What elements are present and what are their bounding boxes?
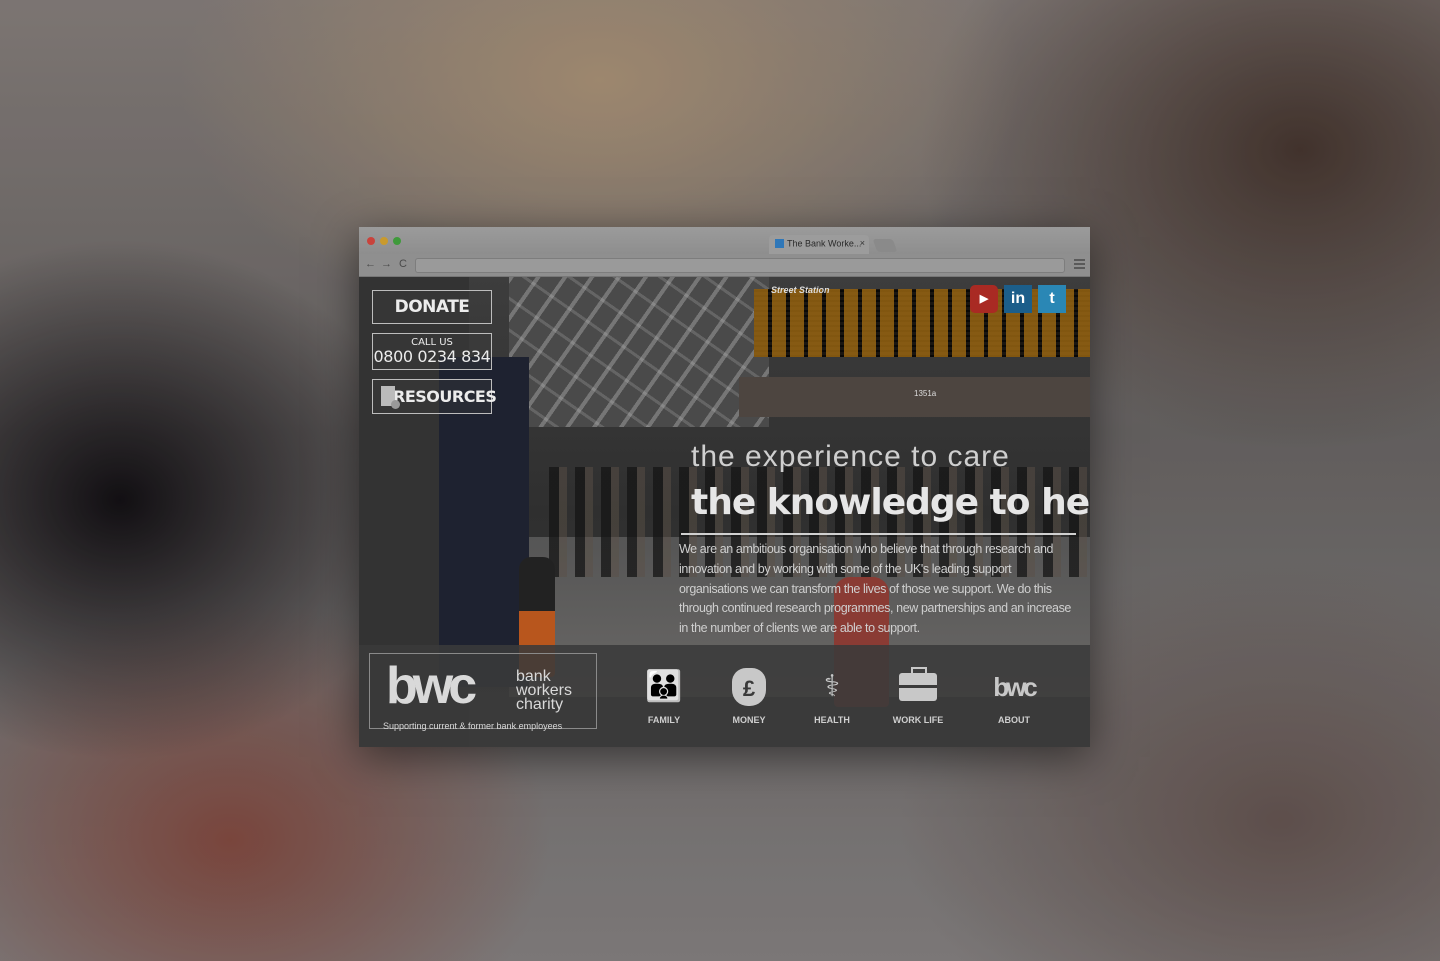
close-window-icon[interactable] bbox=[367, 237, 375, 245]
phone-number: 0800 0234 834 bbox=[373, 347, 491, 366]
browser-toolbar: ← → C bbox=[359, 254, 1090, 277]
intro-paragraph: We are an ambitious organisation who bel… bbox=[679, 542, 1071, 636]
call-us-label: CALL US bbox=[411, 337, 453, 348]
footer-nav-bar: bwc bank workers charity Supporting curr… bbox=[359, 645, 1090, 747]
resources-label: RESOURCES bbox=[393, 387, 497, 406]
photo-roof bbox=[509, 277, 769, 427]
money-bag-icon: £ bbox=[709, 665, 789, 709]
nav-label: WORK LIFE bbox=[892, 715, 944, 725]
board-label: 1351a bbox=[914, 389, 937, 398]
linkedin-icon[interactable]: in bbox=[1004, 285, 1032, 313]
reload-icon[interactable]: C bbox=[399, 258, 407, 270]
stethoscope-icon: ⚕ bbox=[823, 670, 841, 703]
page-viewport: Street Station 1351a DONATE CALL US 0800… bbox=[359, 277, 1090, 747]
headline-help: the knowledge to help bbox=[691, 482, 1090, 523]
address-bar[interactable] bbox=[415, 258, 1065, 273]
nav-label: HEALTH bbox=[814, 715, 850, 725]
nav-work-life[interactable]: WORK LIFE bbox=[878, 665, 958, 725]
menu-icon[interactable] bbox=[1074, 259, 1085, 269]
nav-label: MONEY bbox=[732, 715, 766, 725]
nav-label: ABOUT bbox=[998, 715, 1030, 725]
briefcase-icon bbox=[878, 665, 958, 709]
youtube-icon[interactable]: ▶ bbox=[970, 285, 998, 313]
family-icon: 👪 bbox=[645, 670, 683, 703]
nav-family[interactable]: 👪 FAMILY bbox=[624, 665, 704, 725]
browser-titlebar: The Bank Worke... × bbox=[359, 227, 1090, 254]
document-icon bbox=[381, 386, 400, 409]
tagline: Supporting current & former bank employe… bbox=[383, 721, 563, 731]
headline-care: the experience to care bbox=[691, 440, 1010, 473]
bwc-logo-icon: bwc bbox=[993, 672, 1038, 702]
station-sign: Street Station bbox=[771, 285, 830, 295]
tab-close-icon[interactable]: × bbox=[860, 238, 865, 248]
new-tab-button[interactable] bbox=[872, 239, 898, 252]
favicon-icon bbox=[775, 239, 784, 249]
bwc-logo[interactable]: bwc bank workers charity bbox=[369, 653, 597, 729]
nav-about[interactable]: bwc ABOUT bbox=[974, 665, 1054, 725]
tab-title: The Bank Worke... bbox=[787, 238, 862, 249]
browser-tab[interactable]: The Bank Worke... × bbox=[769, 235, 869, 254]
maximize-window-icon[interactable] bbox=[393, 237, 401, 245]
twitter-icon[interactable]: t bbox=[1038, 285, 1066, 313]
logo-mark: bwc bbox=[386, 657, 477, 715]
nav-money[interactable]: £ MONEY bbox=[709, 665, 789, 725]
logo-wordmark: bank workers charity bbox=[516, 669, 572, 713]
headline-divider bbox=[681, 533, 1076, 535]
nav-health[interactable]: ⚕ HEALTH bbox=[792, 665, 872, 725]
browser-window: The Bank Worke... × ← → C Street Station… bbox=[359, 227, 1090, 747]
minimize-window-icon[interactable] bbox=[380, 237, 388, 245]
logo-line: charity bbox=[516, 696, 564, 713]
nav-label: FAMILY bbox=[647, 715, 681, 725]
forward-icon[interactable]: → bbox=[381, 258, 392, 270]
resources-button[interactable]: RESOURCES bbox=[372, 379, 497, 414]
back-icon[interactable]: ← bbox=[365, 258, 376, 270]
call-us-button[interactable]: CALL US 0800 0234 834 bbox=[372, 333, 492, 370]
donate-button[interactable]: DONATE bbox=[372, 290, 492, 324]
